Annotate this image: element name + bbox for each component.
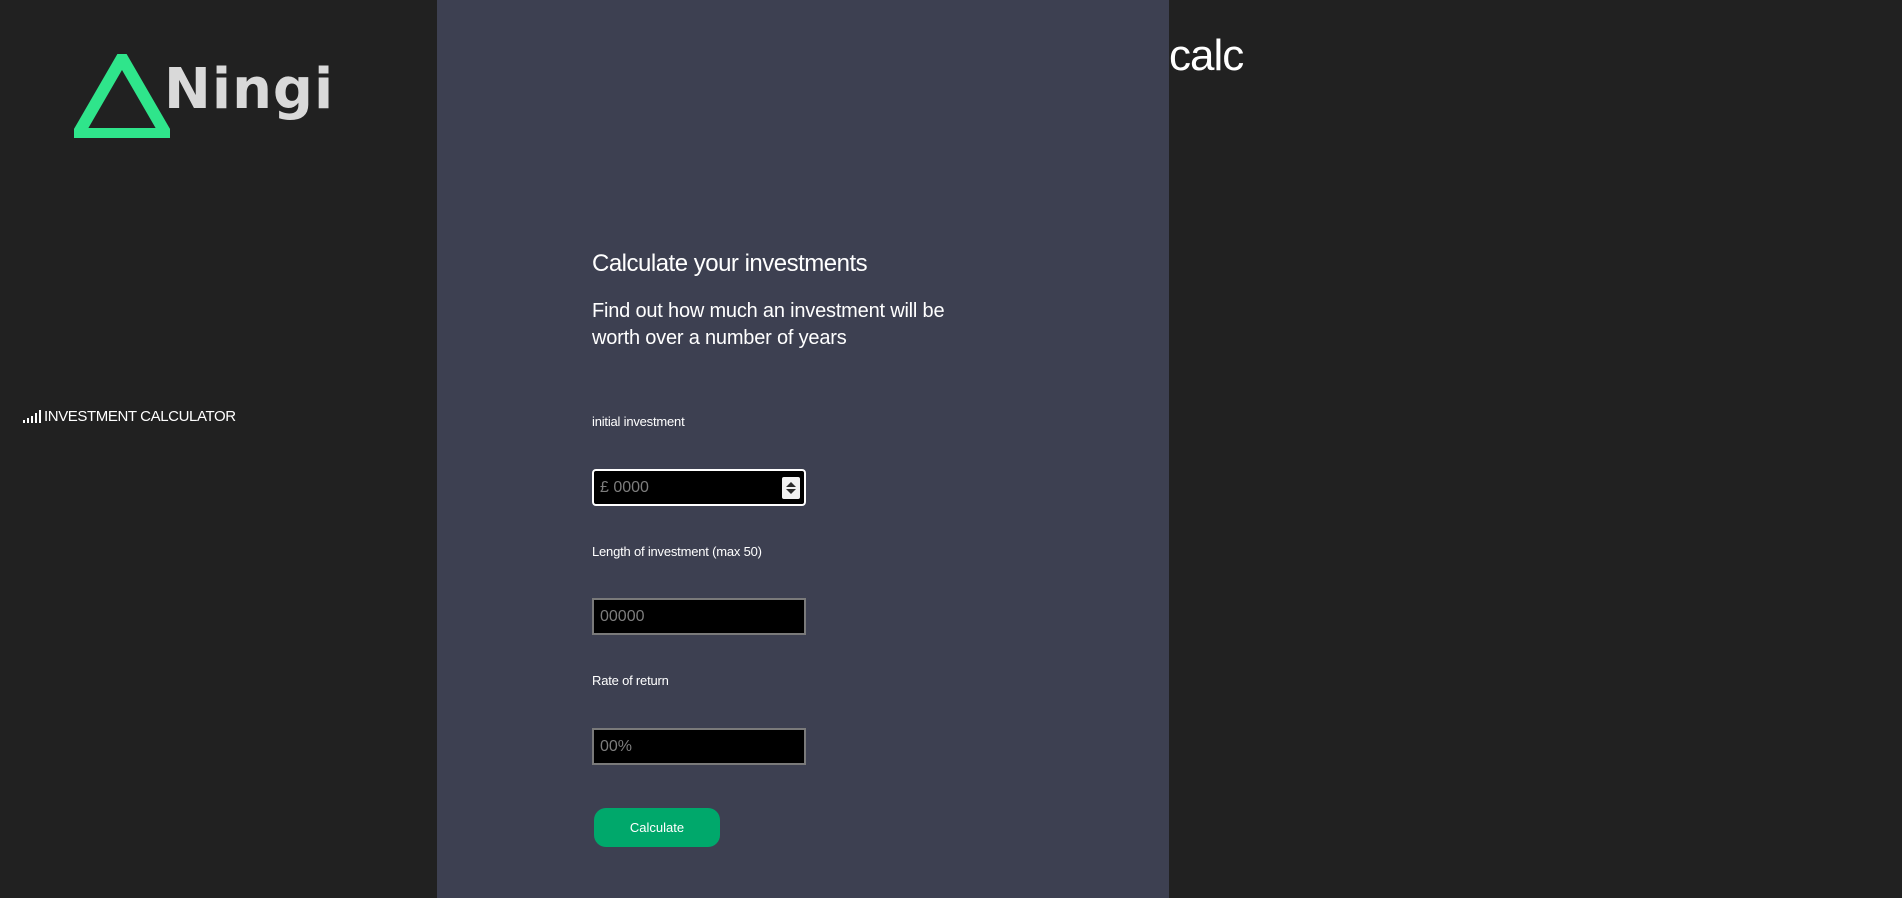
form-subtitle: Find out how much an investment will be … xyxy=(592,300,945,349)
rate-of-return-label: Rate of return xyxy=(592,673,669,688)
brand-name: Ningi xyxy=(164,57,335,122)
sidebar: Ningi INVESTMENT CALCULATOR xyxy=(0,0,437,898)
initial-investment-label: initial investment xyxy=(592,414,685,429)
signal-bars-icon xyxy=(23,410,41,423)
sidebar-item-investment-calculator[interactable]: INVESTMENT CALCULATOR xyxy=(23,408,236,425)
sidebar-item-label: INVESTMENT CALCULATOR xyxy=(44,408,236,425)
brand-logo[interactable]: Ningi xyxy=(74,54,333,138)
calculator-panel: Calculate your investments Find out how … xyxy=(437,0,1169,898)
form-title: Calculate your investments xyxy=(592,250,868,277)
calculate-button[interactable]: Calculate xyxy=(594,808,720,847)
page: Ningi INVESTMENT CALCULATOR Calculate yo… xyxy=(0,0,1902,898)
chevron-down-icon[interactable] xyxy=(786,489,796,494)
rate-of-return-input[interactable] xyxy=(592,728,806,765)
investment-form: Calculate your investments Find out how … xyxy=(592,248,1012,352)
investment-length-input[interactable] xyxy=(592,598,806,635)
triangle-logo-icon xyxy=(74,54,170,138)
number-spinner[interactable] xyxy=(782,477,800,499)
result-heading: calc xyxy=(1169,31,1244,80)
chevron-up-icon[interactable] xyxy=(786,482,796,487)
investment-length-label: Length of investment (max 50) xyxy=(592,544,762,559)
initial-investment-input[interactable] xyxy=(592,469,806,506)
